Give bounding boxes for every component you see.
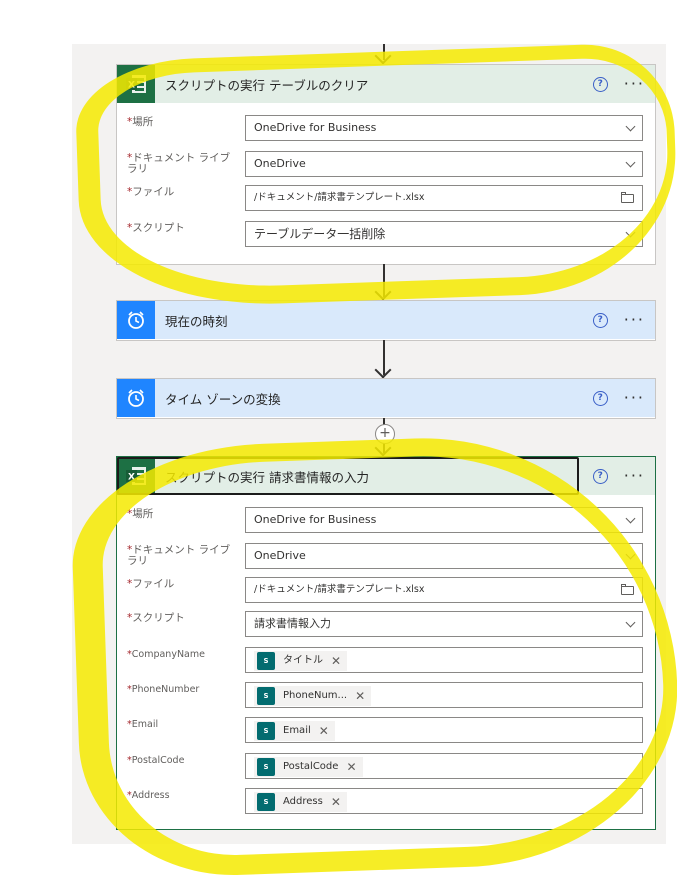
card-title: スクリプトの実行 請求書情報の入力 xyxy=(165,469,369,485)
field-row-phonenumber: *PhoneNumber S PhoneNum... ✕ xyxy=(127,682,643,710)
dynamic-content-token[interactable]: S Address ✕ xyxy=(254,792,347,812)
field-label: ドキュメント ライブラリ xyxy=(127,152,231,175)
field-label: スクリプト xyxy=(132,612,185,624)
folder-icon[interactable] xyxy=(621,584,634,595)
action-card-timezone[interactable]: タイム ゾーンの変換 ? ··· xyxy=(116,378,656,419)
phonenumber-input[interactable]: S PhoneNum... ✕ xyxy=(245,682,643,708)
script-dropdown[interactable]: テーブルデータ一括削除 xyxy=(245,221,643,247)
postalcode-input[interactable]: S PostalCode ✕ xyxy=(245,753,643,779)
connector-arrow xyxy=(374,44,394,65)
field-row-library: *ドキュメント ライブラリ OneDrive xyxy=(127,151,643,179)
action-card-clear-table[interactable]: X スクリプトの実行 テーブルのクリア ? ··· *場所 OneDrive f… xyxy=(116,64,656,265)
file-path-input[interactable]: /ドキュメント/請求書テンプレート.xlsx xyxy=(245,185,643,211)
card-title: 現在の時刻 xyxy=(165,313,228,329)
email-input[interactable]: S Email ✕ xyxy=(245,717,643,743)
chevron-down-icon xyxy=(625,513,636,524)
field-label: PhoneNumber xyxy=(131,684,200,695)
field-row-library: *ドキュメント ライブラリ OneDrive xyxy=(127,543,643,571)
action-card-input-invoice[interactable]: X スクリプトの実行 請求書情報の入力 ? ··· *場所 OneDrive f… xyxy=(116,456,656,830)
remove-token-icon[interactable]: ✕ xyxy=(346,755,356,779)
sharepoint-icon: S xyxy=(257,793,275,811)
svg-text:X: X xyxy=(128,473,135,483)
field-label: ファイル xyxy=(132,186,175,198)
field-row-file: *ファイル /ドキュメント/請求書テンプレート.xlsx xyxy=(127,185,643,213)
remove-token-icon[interactable]: ✕ xyxy=(331,790,341,814)
location-dropdown[interactable]: OneDrive for Business xyxy=(245,507,643,533)
library-dropdown[interactable]: OneDrive xyxy=(245,543,643,569)
remove-token-icon[interactable]: ✕ xyxy=(355,684,365,708)
dynamic-content-token[interactable]: S Email ✕ xyxy=(254,721,335,741)
card-header[interactable]: タイム ゾーンの変換 ? ··· xyxy=(117,379,655,417)
more-options-icon[interactable]: ··· xyxy=(624,390,645,406)
field-row-postalcode: *PostalCode S PostalCode ✕ xyxy=(127,753,643,781)
connector-arrow xyxy=(374,340,394,379)
action-card-current-time[interactable]: 現在の時刻 ? ··· xyxy=(116,300,656,341)
field-label: 場所 xyxy=(132,116,154,128)
field-row-address: *Address S Address ✕ xyxy=(127,788,643,816)
card-header[interactable]: X スクリプトの実行 請求書情報の入力 ? ··· xyxy=(117,457,655,495)
card-title: スクリプトの実行 テーブルのクリア xyxy=(165,77,369,93)
sharepoint-icon: S xyxy=(257,722,275,740)
field-label: CompanyName xyxy=(131,649,205,660)
field-row-email: *Email S Email ✕ xyxy=(127,717,643,745)
help-icon[interactable]: ? xyxy=(592,390,608,406)
alarm-clock-icon xyxy=(117,301,155,339)
sharepoint-icon: S xyxy=(257,652,275,670)
field-label: スクリプト xyxy=(132,222,185,234)
chevron-down-icon xyxy=(625,227,636,238)
field-label: Address xyxy=(131,790,170,801)
remove-token-icon[interactable]: ✕ xyxy=(319,719,329,743)
svg-text:X: X xyxy=(128,81,135,91)
connector-arrow xyxy=(374,264,394,301)
more-options-icon[interactable]: ··· xyxy=(624,76,645,92)
library-dropdown[interactable]: OneDrive xyxy=(245,151,643,177)
script-dropdown[interactable]: 請求書情報入力 xyxy=(245,611,643,637)
sharepoint-icon: S xyxy=(257,758,275,776)
more-options-icon[interactable]: ··· xyxy=(624,312,645,328)
file-path-input[interactable]: /ドキュメント/請求書テンプレート.xlsx xyxy=(245,577,643,603)
field-label: ドキュメント ライブラリ xyxy=(127,544,231,567)
location-dropdown[interactable]: OneDrive for Business xyxy=(245,115,643,141)
field-label: ファイル xyxy=(132,578,175,590)
card-header[interactable]: 現在の時刻 ? ··· xyxy=(117,301,655,339)
field-row-companyname: *CompanyName S タイトル ✕ xyxy=(127,647,643,675)
excel-icon: X xyxy=(117,65,155,103)
field-row-location: *場所 OneDrive for Business xyxy=(127,507,643,535)
chevron-down-icon xyxy=(625,121,636,132)
field-label: 場所 xyxy=(132,508,154,520)
help-icon[interactable]: ? xyxy=(592,76,608,92)
card-title: タイム ゾーンの変換 xyxy=(165,391,281,407)
field-row-file: *ファイル /ドキュメント/請求書テンプレート.xlsx xyxy=(127,577,643,605)
address-input[interactable]: S Address ✕ xyxy=(245,788,643,814)
dynamic-content-token[interactable]: S PostalCode ✕ xyxy=(254,757,363,777)
field-row-script: *スクリプト テーブルデータ一括削除 xyxy=(127,221,643,249)
alarm-clock-icon xyxy=(117,379,155,417)
field-row-script: *スクリプト 請求書情報入力 xyxy=(127,611,643,639)
field-row-location: *場所 OneDrive for Business xyxy=(127,115,643,143)
field-label: PostalCode xyxy=(131,755,185,766)
chevron-down-icon xyxy=(625,617,636,628)
companyname-input[interactable]: S タイトル ✕ xyxy=(245,647,643,673)
remove-token-icon[interactable]: ✕ xyxy=(331,649,341,673)
folder-icon[interactable] xyxy=(621,192,634,203)
dynamic-content-token[interactable]: S PhoneNum... ✕ xyxy=(254,684,372,708)
excel-icon: X xyxy=(117,457,155,495)
chevron-down-icon xyxy=(625,549,636,560)
add-step-button[interactable]: + xyxy=(375,424,395,444)
dynamic-content-token[interactable]: S タイトル ✕ xyxy=(254,649,348,673)
sharepoint-icon: S xyxy=(257,687,275,705)
card-header[interactable]: X スクリプトの実行 テーブルのクリア ? ··· xyxy=(117,65,655,103)
chevron-down-icon xyxy=(625,157,636,168)
more-options-icon[interactable]: ··· xyxy=(624,468,645,484)
help-icon[interactable]: ? xyxy=(592,312,608,328)
field-label: Email xyxy=(131,719,159,730)
help-icon[interactable]: ? xyxy=(592,468,608,484)
